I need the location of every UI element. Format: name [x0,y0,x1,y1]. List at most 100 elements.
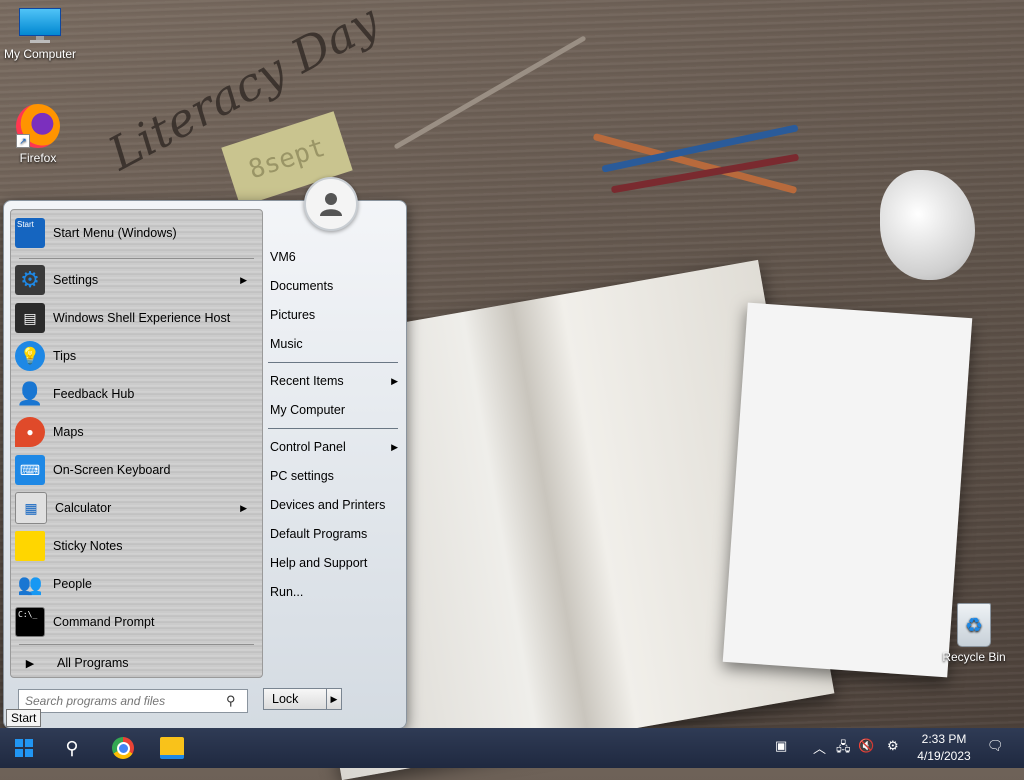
firefox-icon: ↗ [16,104,60,148]
desktop-icon-label: Firefox [19,151,57,165]
place-pictures[interactable]: Pictures [270,302,398,328]
program-on-screen-keyboard[interactable]: ⌨ On-Screen Keyboard [15,453,255,487]
program-start-menu[interactable]: Start Start Menu (Windows) [15,216,255,250]
search-icon: ⚲ [65,737,79,758]
place-label: Devices and Printers [270,498,386,512]
place-devices-printers[interactable]: Devices and Printers [270,492,398,518]
program-settings[interactable]: ⚙ Settings ▶ [15,263,255,297]
divider [19,644,254,645]
place-run[interactable]: Run... [270,579,398,605]
program-label: Calculator [55,501,112,515]
place-help-support[interactable]: Help and Support [270,550,398,576]
divider [268,362,398,363]
desktop-icon-firefox[interactable]: ↗ Firefox [0,104,78,165]
lightbulb-icon: 💡 [15,341,45,371]
program-feedback-hub[interactable]: 👤 Feedback Hub [15,377,255,411]
network-icon[interactable]: 🖧 [836,738,851,760]
place-label: VM6 [270,250,296,264]
program-tips[interactable]: 💡 Tips [15,339,255,373]
start-icon-text: Start [17,220,34,229]
place-label: Documents [270,279,334,293]
shell-host-icon: ▤ [15,303,45,333]
clock[interactable]: 2:33 PM 4/19/2023 [912,731,976,765]
feedback-icon: 👤 [16,381,44,406]
place-documents[interactable]: Documents [270,273,398,299]
start-menu: Start Start Menu (Windows) ⚙ Settings ▶ … [3,200,407,729]
program-label: Tips [53,349,77,363]
taskbar: ⚲ ▣ ︿ 🖧 🔇 ⚙ 2:33 PM 4/19/2023 🗨 [0,728,1024,768]
place-vm6[interactable]: VM6 [270,244,398,270]
submenu-arrow-icon: ▶ [391,375,398,386]
power-options-arrow-button[interactable]: ▶ [326,688,342,710]
program-shell-host[interactable]: ▤ Windows Shell Experience Host [15,301,255,335]
program-sticky-notes[interactable]: Sticky Notes [15,529,255,563]
taskbar-chrome-button[interactable] [99,728,147,768]
calculator-icon: ▦ [15,492,47,524]
place-default-programs[interactable]: Default Programs [270,521,398,547]
place-label: Pictures [270,308,316,322]
program-people[interactable]: 👥 People [15,567,255,601]
notification-icon[interactable]: 🗨 [987,738,1004,754]
lock-label: Lock [272,692,299,706]
sticky-note-icon [15,531,45,561]
programs-pane: Start Start Menu (Windows) ⚙ Settings ▶ … [10,209,263,678]
desktop-icon-my-computer[interactable]: My Computer [0,8,80,61]
monitor-icon [19,8,61,44]
clock-time: 2:33 PM [921,732,967,746]
windows-logo-icon [15,739,33,757]
play-arrow-icon: ▶ [25,657,35,670]
submenu-arrow-icon: ▶ [240,274,247,285]
program-label: Sticky Notes [53,539,123,553]
start-menu-icon: Start [15,218,45,248]
search-icon[interactable]: ⚲ [226,693,236,709]
program-label: People [53,577,92,591]
program-label: On-Screen Keyboard [53,463,171,477]
terminal-icon: C:\_ [15,607,45,637]
chevron-right-icon: ▶ [330,693,338,704]
chrome-icon [112,737,134,759]
gear-icon: ⚙ [15,265,45,295]
program-maps[interactable]: ● Maps [15,415,255,449]
place-music[interactable]: Music [270,331,398,357]
search-box: ⚲ [18,689,248,713]
submenu-arrow-icon: ▶ [240,502,247,513]
user-icon [320,193,342,216]
taskbar-file-explorer-button[interactable] [148,728,196,768]
place-control-panel[interactable]: Control Panel ▶ [270,434,398,460]
desktop-icon-label: Recycle Bin [942,650,1006,664]
place-label: Control Panel [270,440,346,454]
program-calculator[interactable]: ▦ Calculator ▶ [15,491,255,525]
program-label: Windows Shell Experience Host [53,311,231,325]
divider [268,428,398,429]
desktop-icon-recycle-bin[interactable]: ♻ Recycle Bin [934,603,1014,664]
chevron-up-icon[interactable]: ︿ [813,738,826,757]
clock-date: 4/19/2023 [917,749,971,763]
recycle-bin-icon: ♻ [957,603,991,647]
place-my-computer[interactable]: My Computer [270,397,398,423]
task-view-icon[interactable]: ▣ [775,738,787,754]
gear-icon[interactable]: ⚙ [887,738,899,754]
place-label: Default Programs [270,527,368,541]
start-button[interactable] [0,728,48,768]
place-pc-settings[interactable]: PC settings [270,463,398,489]
desktop-icon-label: My Computer [3,47,77,61]
volume-muted-icon[interactable]: 🔇 [858,738,874,754]
user-avatar[interactable] [304,177,358,231]
file-explorer-icon [160,737,184,759]
submenu-arrow-icon: ▶ [391,441,398,452]
place-label: My Computer [270,403,346,417]
taskbar-search-button[interactable]: ⚲ [48,728,96,768]
people-icon: 👥 [17,573,43,596]
all-programs-label: All Programs [57,656,129,670]
divider [19,258,254,259]
keyboard-icon: ⌨ [15,455,45,485]
place-label: Help and Support [270,556,368,570]
place-label: Recent Items [270,374,344,388]
place-recent-items[interactable]: Recent Items ▶ [270,368,398,394]
program-label: Maps [53,425,84,439]
search-input[interactable] [19,693,222,709]
place-label: PC settings [270,469,334,483]
all-programs-button[interactable]: ▶ All Programs [15,646,255,680]
program-command-prompt[interactable]: C:\_ Command Prompt [15,605,255,639]
lock-button[interactable]: Lock [263,688,327,710]
